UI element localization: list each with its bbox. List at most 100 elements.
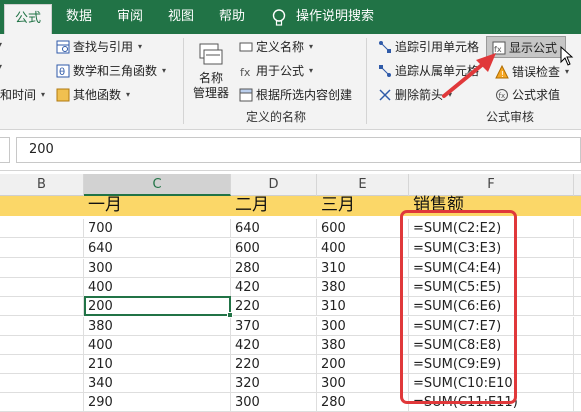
lookup-reference-button[interactable]: 查找与引用 ▾ — [56, 38, 142, 55]
defined-names-group-label: 定义的名称 — [246, 110, 307, 124]
mouse-cursor-icon — [560, 46, 574, 66]
cell-b[interactable] — [0, 278, 84, 297]
formula-bar: 200 — [0, 131, 581, 171]
header-cell-january[interactable]: 一月 — [84, 194, 122, 216]
cell-d[interactable]: 280 — [231, 259, 317, 278]
cell-c[interactable]: 210 — [84, 355, 231, 374]
more-functions-label: 其他函数 — [73, 88, 122, 102]
cell-e[interactable]: 280 — [317, 393, 409, 412]
cell-c[interactable]: 380 — [84, 317, 231, 336]
cell-d[interactable]: 300 — [231, 393, 317, 412]
svg-text:fx: fx — [240, 66, 251, 78]
group-separator — [183, 38, 184, 124]
cell-e[interactable]: 310 — [317, 259, 409, 278]
header-cell-february[interactable]: 二月 — [231, 194, 269, 216]
remove-arrows-label: 删除箭头 — [395, 88, 444, 102]
formula-auditing-group-label: 公式审核 — [486, 110, 535, 124]
cell-b[interactable] — [0, 297, 84, 316]
cell-e[interactable]: 380 — [317, 336, 409, 355]
active-cell-selection — [84, 296, 233, 318]
lightbulb-icon — [272, 9, 286, 26]
annotation-arrow — [442, 53, 496, 98]
math-trig-button[interactable]: θ 数学和三角函数 ▾ — [56, 62, 166, 79]
column-header-f[interactable]: F — [409, 174, 574, 196]
cell-e[interactable]: 300 — [317, 317, 409, 336]
tab-formulas[interactable]: 公式 — [4, 4, 53, 34]
cell-e[interactable]: 200 — [317, 355, 409, 374]
error-checking-label: 错误检查 — [512, 65, 561, 79]
formula-input[interactable]: 200 — [16, 137, 581, 163]
error-checking-button[interactable]: ! 错误检查 ▾ — [495, 63, 569, 80]
define-name-button[interactable]: 定义名称 ▾ — [239, 38, 313, 55]
cell-e[interactable]: 310 — [317, 297, 409, 316]
cell-e[interactable]: 380 — [317, 278, 409, 297]
cell-d[interactable]: 320 — [231, 374, 317, 393]
use-in-formula-label: 用于公式 — [256, 64, 305, 78]
more-functions-icon — [56, 88, 70, 101]
column-header-c[interactable]: C — [84, 174, 231, 196]
cell-b[interactable] — [0, 259, 84, 278]
column-header-e[interactable]: E — [317, 174, 409, 196]
cell-b[interactable] — [0, 393, 84, 412]
tell-me-search[interactable]: 操作说明搜索 — [296, 0, 374, 34]
show-formulas-button[interactable]: fx 显示公式 — [492, 39, 557, 56]
cell-c[interactable]: 290 — [84, 393, 231, 412]
math-icon: θ — [56, 64, 70, 78]
header-cell-march[interactable]: 三月 — [317, 194, 355, 216]
cell-b[interactable] — [0, 374, 84, 393]
svg-text:θ: θ — [59, 67, 65, 78]
partial-dropdown-1[interactable]: ▾ — [0, 40, 2, 49]
fill-handle[interactable] — [227, 312, 233, 318]
column-header-b[interactable]: B — [0, 174, 84, 196]
cell-b[interactable] — [0, 317, 84, 336]
create-from-selection-button[interactable]: 根据所选内容创建 — [239, 86, 352, 103]
trace-precedents-icon — [379, 40, 391, 53]
ribbon-tab-bar: 公式 数据 审阅 视图 帮助 操作说明搜索 — [0, 0, 581, 34]
create-from-selection-icon — [239, 88, 253, 101]
cell-d[interactable]: 420 — [231, 336, 317, 355]
cell-d[interactable]: 220 — [231, 355, 317, 374]
lookup-icon — [56, 40, 70, 53]
lookup-label: 查找与引用 — [73, 40, 134, 54]
cell-c[interactable]: 700 — [84, 219, 231, 238]
column-header-d[interactable]: D — [231, 174, 317, 196]
name-manager-icon — [199, 43, 223, 65]
cell-d[interactable]: 420 — [231, 278, 317, 297]
cell-e[interactable]: 400 — [317, 239, 409, 258]
show-formulas-label: 显示公式 — [509, 41, 558, 55]
tab-review[interactable]: 审阅 — [117, 0, 143, 34]
tab-data[interactable]: 数据 — [66, 0, 92, 34]
name-box[interactable] — [0, 137, 10, 163]
cell-d[interactable]: 370 — [231, 317, 317, 336]
evaluate-formula-label: 公式求值 — [512, 88, 561, 102]
tab-help[interactable]: 帮助 — [219, 0, 245, 34]
cell-d[interactable]: 600 — [231, 239, 317, 258]
cell-c[interactable]: 400 — [84, 336, 231, 355]
cell-c[interactable]: 640 — [84, 239, 231, 258]
cell-d[interactable]: 640 — [231, 219, 317, 238]
group-separator — [366, 38, 367, 124]
cell-b[interactable] — [0, 355, 84, 374]
cell-e[interactable]: 300 — [317, 374, 409, 393]
evaluate-formula-button[interactable]: fx 公式求值 — [495, 86, 560, 103]
svg-text:!: ! — [501, 70, 504, 79]
cell-b[interactable] — [0, 336, 84, 355]
name-manager-button[interactable]: 名称 管理器 — [193, 40, 229, 100]
cell-c[interactable]: 340 — [84, 374, 231, 393]
annotation-highlight-box — [400, 210, 517, 404]
use-in-formula-button[interactable]: fx 用于公式 ▾ — [239, 62, 313, 79]
cell-c[interactable]: 400 — [84, 278, 231, 297]
cell-d[interactable]: 220 — [231, 297, 317, 316]
trace-dependents-icon — [379, 64, 391, 77]
cell-e[interactable]: 600 — [317, 219, 409, 238]
date-time-button[interactable]: 和时间 ▾ — [0, 86, 45, 103]
partial-dropdown-2[interactable]: ▾ — [0, 62, 2, 71]
tab-view[interactable]: 视图 — [168, 0, 194, 34]
remove-arrows-icon — [379, 88, 391, 101]
cell-c[interactable]: 300 — [84, 259, 231, 278]
more-functions-button[interactable]: 其他函数 ▾ — [56, 86, 130, 103]
define-name-label: 定义名称 — [256, 40, 305, 54]
cell-b[interactable] — [0, 239, 84, 258]
date-time-label: 和时间 — [0, 88, 37, 102]
cell-b[interactable] — [0, 219, 84, 238]
